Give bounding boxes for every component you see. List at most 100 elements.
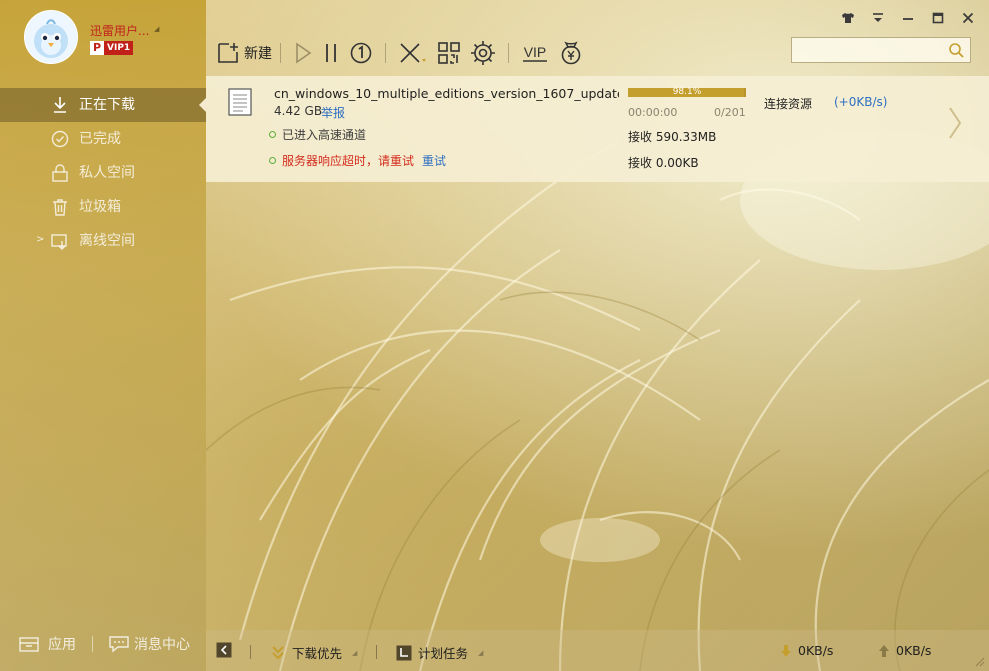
bottom-status-bar: 下载优先 ◢ 计划任务 ◢ 0KB/s 0KB/s <box>206 630 989 671</box>
download-priority-icon <box>272 645 284 659</box>
speed-limit-button[interactable] <box>345 38 377 68</box>
vip-button[interactable]: VIP <box>517 38 553 68</box>
window-controls <box>837 8 979 28</box>
collapse-arrow-icon <box>216 642 232 658</box>
file-name[interactable]: cn_windows_10_multiple_editions_version_… <box>274 86 619 101</box>
money-bag-icon <box>561 41 581 65</box>
server-timeout-status: 服务器响应超时，请重试 重试 <box>269 152 446 169</box>
messages-label: 消息中心 <box>134 637 190 653</box>
close-icon <box>962 12 974 24</box>
message-bubble-icon <box>109 636 129 653</box>
message-center-button[interactable]: 消息中心 <box>108 634 190 654</box>
priority-dropdown-icon[interactable]: ◢ <box>352 649 357 657</box>
sidebar-item-label: 垃圾箱 <box>79 199 121 215</box>
play-icon <box>296 42 312 64</box>
minimize-button[interactable] <box>897 8 919 28</box>
file-size: 4.42 GB <box>274 104 323 118</box>
download-priority-label: 下载优先 <box>292 646 343 661</box>
server-timeout-text: 服务器响应超时，请重试 <box>282 154 415 168</box>
search-box[interactable] <box>791 37 971 63</box>
user-menu-caret-icon[interactable]: ◢ <box>154 25 159 33</box>
download-priority-button[interactable]: 下载优先 ◢ <box>270 643 357 662</box>
apps-label: 应用 <box>48 637 76 653</box>
qr-code-icon <box>438 42 460 64</box>
sidebar-item-label: 私人空间 <box>79 165 135 181</box>
apps-button[interactable]: 应用 <box>18 634 76 654</box>
sidebar-item-completed[interactable]: 已完成 <box>0 122 206 156</box>
sidebar-item-label: 正在下载 <box>79 97 135 113</box>
trash-icon <box>53 199 67 216</box>
maximize-button[interactable] <box>927 8 949 28</box>
maximize-icon <box>932 12 944 24</box>
delete-icon <box>400 43 426 63</box>
apps-box-icon <box>19 637 39 652</box>
progress-bar: 98.1% <box>628 87 746 97</box>
pause-button[interactable] <box>317 38 345 68</box>
upload-speed-value: 0KB/s <box>896 643 932 658</box>
collapse-button[interactable] <box>216 642 232 658</box>
footer-divider <box>92 636 93 652</box>
vip-p-label: P <box>90 41 104 55</box>
retry-link[interactable]: 重试 <box>422 152 446 169</box>
settings-button[interactable] <box>466 38 500 68</box>
sidebar-item-trash[interactable]: 垃圾箱 <box>0 190 206 224</box>
sidebar-nav: 正在下载 已完成 私人空间 垃圾箱 > 离线空间 <box>0 88 206 258</box>
cloud-download-icon <box>51 234 67 250</box>
sidebar: 迅雷用户... ◢ P VIP1 正在下载 已完成 私人空间 垃圾箱 > 离线空… <box>0 0 206 671</box>
resize-grip-icon[interactable] <box>973 655 985 667</box>
tshirt-icon <box>842 13 854 23</box>
schedule-dropdown-icon[interactable]: ◢ <box>478 649 483 657</box>
toolbar-divider <box>280 43 281 63</box>
search-icon[interactable] <box>948 42 964 58</box>
bottom-divider <box>376 645 377 659</box>
received-amount-1: 接收 590.33MB <box>628 130 717 144</box>
qr-code-button[interactable] <box>432 38 466 68</box>
sidebar-item-private-space[interactable]: 私人空间 <box>0 156 206 190</box>
toolbar-divider <box>385 43 386 63</box>
sources-count: 0/201 <box>714 106 746 119</box>
sidebar-footer: 应用 消息中心 <box>0 628 206 660</box>
avatar[interactable] <box>24 10 78 64</box>
toolbar-divider <box>508 43 509 63</box>
status-dot-icon <box>269 157 276 164</box>
delete-button[interactable] <box>394 38 432 68</box>
new-task-label: 新建 <box>244 46 272 62</box>
skin-button[interactable] <box>837 8 859 28</box>
download-speed-value: 0KB/s <box>798 643 834 658</box>
new-task-button[interactable]: 新建 <box>216 38 272 68</box>
active-indicator <box>199 98 206 112</box>
start-button[interactable] <box>289 38 317 68</box>
vip-icon: VIP <box>523 44 547 62</box>
received-amount-2: 接收 0.00KB <box>628 156 699 170</box>
progress-percent: 98.1% <box>672 87 702 97</box>
new-task-icon <box>218 43 238 63</box>
speed-limit-icon <box>350 42 372 64</box>
sidebar-item-offline-space[interactable]: > 离线空间 <box>0 224 206 258</box>
check-circle-icon <box>51 130 69 148</box>
chevron-right-icon[interactable] <box>948 106 962 140</box>
toolbar: 新建 VIP <box>216 38 589 68</box>
money-button[interactable] <box>553 38 589 68</box>
high-speed-status: 已进入高速通道 <box>269 126 366 143</box>
vip-level-label: VIP1 <box>104 41 134 55</box>
settings-gear-icon <box>471 41 495 65</box>
main-menu-button[interactable] <box>867 8 889 28</box>
username[interactable]: 迅雷用户... <box>90 22 149 39</box>
report-link[interactable]: 举报 <box>321 104 345 121</box>
vip-text: VIP <box>524 44 547 60</box>
upload-speed-indicator: 0KB/s <box>878 643 931 658</box>
lock-icon <box>52 164 68 182</box>
scheduled-tasks-label: 计划任务 <box>418 646 469 661</box>
search-input[interactable] <box>798 41 942 61</box>
connection-status: 连接资源 <box>764 97 813 111</box>
high-speed-status-text: 已进入高速通道 <box>282 128 367 142</box>
scheduled-tasks-button[interactable]: 计划任务 ◢ <box>396 643 483 662</box>
sidebar-item-downloading[interactable]: 正在下载 <box>0 88 206 122</box>
vip-badge[interactable]: P VIP1 <box>90 41 134 55</box>
expand-arrow-icon[interactable]: > <box>36 234 44 245</box>
sidebar-item-label: 离线空间 <box>79 233 135 249</box>
download-speed-info: (+0KB/s) <box>834 95 888 109</box>
thunder-app-window: 迅雷用户... ◢ P VIP1 正在下载 已完成 私人空间 垃圾箱 > 离线空… <box>0 0 989 671</box>
close-button[interactable] <box>957 8 979 28</box>
download-task-row[interactable]: cn_windows_10_multiple_editions_version_… <box>206 76 989 182</box>
